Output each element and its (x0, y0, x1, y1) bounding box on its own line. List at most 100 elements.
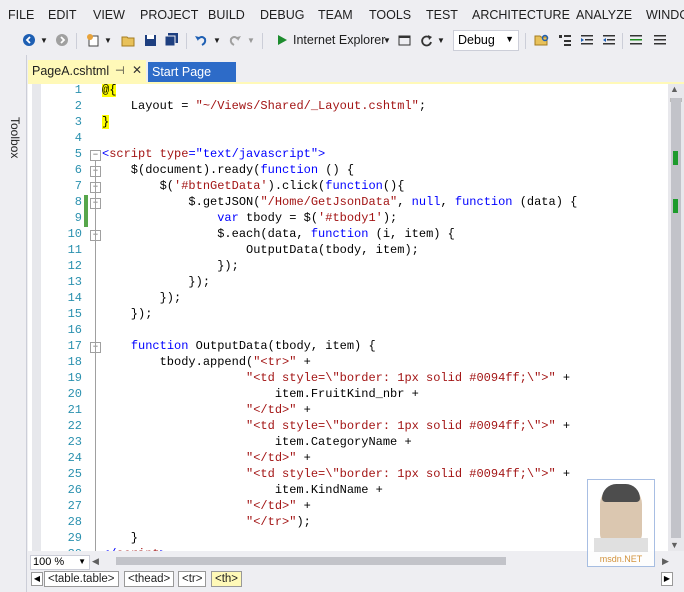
browser-dropdown-icon[interactable]: ▼ (382, 30, 392, 50)
code-line[interactable]: 4 (28, 131, 668, 147)
horizontal-scroll-thumb[interactable] (116, 557, 506, 565)
uncomment-button[interactable] (651, 30, 669, 50)
code-text[interactable]: var tbody = $('#tbody1'); (102, 211, 397, 225)
indent-button[interactable] (600, 30, 618, 50)
code-text[interactable]: "<td style=\"border: 1px solid #0094ff;\… (102, 467, 570, 481)
code-text[interactable]: "</tr>"); (102, 515, 311, 529)
code-text[interactable]: </script> (102, 547, 167, 551)
code-line[interactable]: 15 }); (28, 307, 668, 323)
crumb-prev-icon[interactable]: ◀ (31, 572, 43, 586)
refresh-button[interactable] (418, 30, 434, 50)
code-line[interactable]: 13 }); (28, 275, 668, 291)
code-text[interactable]: }); (102, 275, 210, 289)
code-line[interactable]: 23 item.CategoryName + (28, 435, 668, 451)
code-text[interactable]: item.KindName + (102, 483, 383, 497)
browser-link-button[interactable] (396, 30, 412, 50)
code-line[interactable]: 11 OutputData(tbody, item); (28, 243, 668, 259)
code-text[interactable]: Layout = "~/Views/Shared/_Layout.cshtml"… (102, 99, 426, 113)
code-text[interactable]: $(document).ready(function () { (102, 163, 354, 177)
start-debugging-button[interactable] (274, 30, 290, 50)
menu-architecture[interactable]: ARCHITECTURE (472, 8, 570, 22)
menu-test[interactable]: TEST (426, 8, 458, 22)
new-project-dropdown-icon[interactable]: ▼ (103, 30, 113, 50)
code-line[interactable]: 6 $(document).ready(function () {− (28, 163, 668, 179)
code-line[interactable]: 14 }); (28, 291, 668, 307)
crumb-th[interactable]: <th> (211, 571, 243, 587)
crumb-thead[interactable]: <thead> (124, 571, 175, 587)
menu-build[interactable]: BUILD (208, 8, 245, 22)
code-line[interactable]: 26 item.KindName + (28, 483, 668, 499)
code-text[interactable]: function OutputData(tbody, item) { (102, 339, 376, 353)
redo-dropdown-icon[interactable]: ▼ (246, 30, 256, 50)
refresh-dropdown-icon[interactable]: ▼ (436, 30, 446, 50)
scroll-up-icon[interactable]: ▲ (670, 84, 679, 94)
code-text[interactable]: }); (102, 291, 182, 305)
code-text[interactable]: $.each(data, function (i, item) { (102, 227, 455, 241)
comment-out-button[interactable] (627, 30, 645, 50)
scroll-down-icon[interactable]: ▼ (670, 540, 679, 550)
close-icon[interactable]: ✕ (132, 63, 142, 77)
code-line[interactable]: 9 var tbody = $('#tbody1'); (28, 211, 668, 227)
tab-pagea-cshtml[interactable]: PageA.cshtml ⊣ ✕ (28, 60, 146, 82)
code-line[interactable]: 10 $.each(data, function (i, item) {− (28, 227, 668, 243)
code-line[interactable]: 19 "<td style=\"border: 1px solid #0094f… (28, 371, 668, 387)
save-all-button[interactable] (163, 30, 181, 50)
toolbox-label[interactable]: Toolbox (8, 117, 22, 158)
code-line[interactable]: 3} (28, 115, 668, 131)
code-line[interactable]: 27 "</td>" + (28, 499, 668, 515)
menu-tools[interactable]: TOOLS (369, 8, 411, 22)
menu-file[interactable]: FILE (8, 8, 34, 22)
code-line[interactable]: 22 "<td style=\"border: 1px solid #0094f… (28, 419, 668, 435)
zoom-dropdown[interactable]: 100 % ▼ (30, 555, 90, 570)
back-dropdown-icon[interactable]: ▼ (39, 30, 49, 50)
forward-button[interactable] (53, 30, 71, 50)
toggle-comment-button[interactable] (556, 30, 574, 50)
code-line[interactable]: 28 "</tr>"); (28, 515, 668, 531)
code-text[interactable]: "<td style=\"border: 1px solid #0094ff;\… (102, 371, 570, 385)
code-text[interactable]: tbody.append("<tr>" + (102, 355, 311, 369)
code-text[interactable]: "</td>" + (102, 451, 311, 465)
undo-button[interactable] (192, 30, 210, 50)
code-line[interactable]: 1 @{ (28, 84, 668, 99)
code-line[interactable]: 21 "</td>" + (28, 403, 668, 419)
save-button[interactable] (141, 30, 159, 50)
toolbox-panel[interactable]: Toolbox (0, 55, 27, 592)
code-text[interactable]: "</td>" + (102, 403, 311, 417)
code-text[interactable]: $.getJSON("/Home/GetJsonData", null, fun… (102, 195, 577, 209)
tab-start-page[interactable]: Start Page (148, 62, 236, 82)
code-text[interactable]: } (102, 115, 110, 129)
back-button[interactable] (20, 30, 38, 50)
code-text[interactable]: @{ (102, 84, 117, 97)
solution-configuration-dropdown[interactable]: Debug ▼ (453, 30, 519, 51)
code-text[interactable]: item.FruitKind_nbr + (102, 387, 419, 401)
crumb-tr[interactable]: <tr> (178, 571, 207, 587)
crumb-next-icon[interactable]: ▶ (661, 572, 673, 586)
undo-dropdown-icon[interactable]: ▼ (212, 30, 222, 50)
code-line[interactable]: 18 tbody.append("<tr>" + (28, 355, 668, 371)
scroll-left-icon[interactable]: ◀ (92, 556, 99, 567)
code-line[interactable]: 16 (28, 323, 668, 339)
code-line[interactable]: 8 $.getJSON("/Home/GetJsonData", null, f… (28, 195, 668, 211)
redo-button[interactable] (226, 30, 244, 50)
code-text[interactable]: }); (102, 259, 239, 273)
menu-debug[interactable]: DEBUG (260, 8, 304, 22)
new-project-button[interactable] (84, 30, 102, 50)
menu-analyze[interactable]: ANALYZE (576, 8, 632, 22)
menu-project[interactable]: PROJECT (140, 8, 198, 22)
menu-edit[interactable]: EDIT (48, 8, 76, 22)
code-text[interactable]: item.CategoryName + (102, 435, 412, 449)
code-editor[interactable]: 1 @{2 Layout = "~/Views/Shared/_Layout.cs… (28, 84, 668, 551)
code-text[interactable]: <script type="text/javascript"> (102, 147, 325, 161)
find-in-files-button[interactable] (532, 30, 550, 50)
code-text[interactable]: } (102, 531, 138, 545)
code-line[interactable]: 29 } (28, 531, 668, 547)
code-line[interactable]: 7 $('#btnGetData').click(function(){− (28, 179, 668, 195)
code-line[interactable]: 12 }); (28, 259, 668, 275)
code-text[interactable]: "<td style=\"border: 1px solid #0094ff;\… (102, 419, 570, 433)
code-text[interactable]: }); (102, 307, 153, 321)
code-line[interactable]: 25 "<td style=\"border: 1px solid #0094f… (28, 467, 668, 483)
menu-team[interactable]: TEAM (318, 8, 353, 22)
menu-window[interactable]: WINDO (646, 8, 684, 22)
open-file-button[interactable] (119, 30, 137, 50)
code-line[interactable]: 30 </script> (28, 547, 668, 551)
